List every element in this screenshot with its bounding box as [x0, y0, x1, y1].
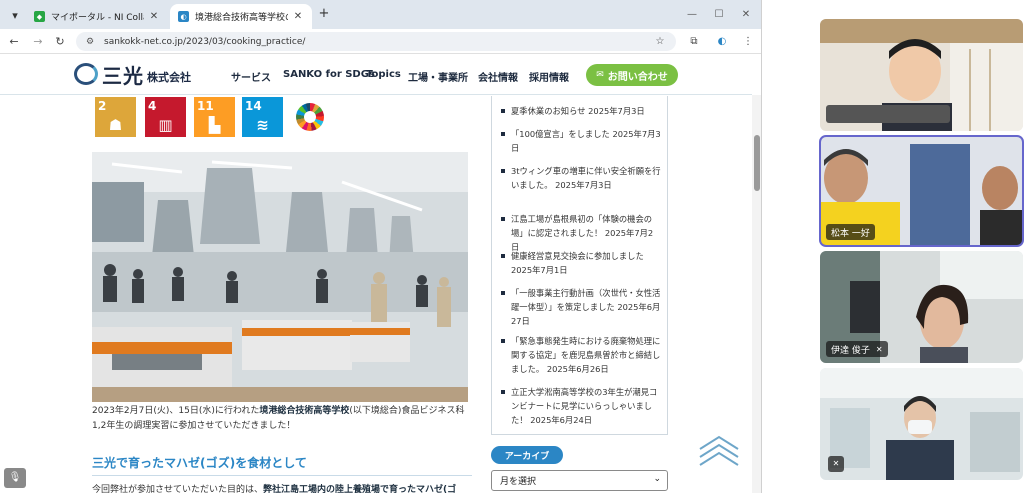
video-call-panel: 松本 一好 伊達 俊子 ✕ ✕: [763, 0, 1024, 493]
nav-sdgs[interactable]: SANKO for SDGs: [283, 69, 375, 80]
sdg-number: 4: [148, 99, 157, 113]
news-list: 夏季休業のお知らせ 2025年7月3日 「100億宣言」をしました 2025年7…: [491, 96, 668, 435]
body-text: 今回弊社が参加させていただいた目的は、: [92, 485, 264, 493]
mic-muted-icon[interactable]: 🎙: [4, 468, 26, 488]
bowl-icon: ☗: [108, 116, 123, 134]
nav-factories[interactable]: 工場・事業所: [408, 69, 468, 84]
url-text: sankokk-net.co.jp/2023/03/cooking_practi…: [104, 36, 306, 47]
browser-window: ▾ ◆ マイポータル - NI Collabo 360 ✕ ◐ 境港総合技術高等…: [0, 0, 762, 493]
nav-services[interactable]: サービス: [231, 69, 271, 84]
close-icon[interactable]: ✕: [737, 7, 755, 23]
close-icon[interactable]: ✕: [148, 11, 160, 22]
redacted-name-bar: [826, 105, 950, 123]
mail-icon: ✉: [596, 70, 604, 80]
puzzle-icon[interactable]: ⧉: [686, 34, 702, 50]
sdg-icon-2: 2 ☗: [95, 97, 136, 137]
sdg-wheel-icon: [296, 103, 324, 131]
article-body: 今回弊社が参加させていただいた目的は、弊社江島工場内の陸上養殖場で育ったマハゼ(…: [92, 482, 477, 493]
news-item[interactable]: 「一般事業主行動計画（次世代・女性活躍一体型）」を策定しました 2025年6月2…: [501, 286, 661, 328]
page-scrollbar[interactable]: [752, 95, 761, 493]
scrollbar-thumb[interactable]: [754, 135, 760, 191]
month-select-value: 月を選択: [500, 477, 537, 487]
participant-tile[interactable]: [820, 19, 1023, 131]
participant-name-tag: 松本 一好: [826, 224, 875, 240]
tab-title: 境港総合技術高等学校の生徒さ: [195, 13, 288, 23]
page-viewport: 三光 株式会社 サービス SANKO for SDGs Topics 工場・事業…: [0, 55, 761, 493]
nav-recruit[interactable]: 採用情報: [529, 69, 569, 84]
screen: ▾ ◆ マイポータル - NI Collabo 360 ✕ ◐ 境港総合技術高等…: [0, 0, 1024, 493]
participant-name: 松本 一好: [831, 228, 870, 239]
section-heading: 三光で育ったマハゼ(ゴズ)を食材として: [92, 454, 472, 476]
sanko-logo[interactable]: 三光 株式会社: [74, 61, 204, 88]
sdg-number: 2: [98, 99, 107, 113]
participant-tile-active[interactable]: 松本 一好: [819, 135, 1024, 247]
participant-name-tag: 伊達 俊子 ✕: [826, 341, 888, 357]
news-item[interactable]: 江島工場が島根県初の「体験の機会の場」に認定されました！ 2025年7月2日: [501, 212, 661, 254]
maximize-icon[interactable]: ☐: [710, 7, 728, 23]
arrow-right-icon[interactable]: →: [30, 34, 46, 50]
tab-bar: ▾ ◆ マイポータル - NI Collabo 360 ✕ ◐ 境港総合技術高等…: [0, 0, 761, 29]
contact-label: お問い合わせ: [607, 71, 668, 83]
chevron-down-icon: ⌄: [653, 474, 661, 484]
news-item[interactable]: 立正大学淞南高等学校の3年生が潮見コンビナートに見学にいらっしゃいました！ 20…: [501, 385, 661, 427]
caption-text: 2023年2月7日(火)、15日(水)に行われた: [92, 406, 260, 416]
sanko-logo-mark-icon: [74, 63, 98, 85]
star-icon[interactable]: ☆: [652, 36, 668, 47]
site-header: 三光 株式会社 サービス SANKO for SDGs Topics 工場・事業…: [0, 55, 752, 95]
contact-button[interactable]: ✉ お問い合わせ: [586, 64, 678, 86]
tab-title: マイポータル - NI Collabo 360: [51, 13, 144, 23]
minimize-icon[interactable]: —: [683, 7, 701, 23]
sdg-icon-14: 14 ≋: [242, 97, 283, 137]
address-bar[interactable]: ⚙ sankokk-net.co.jp/2023/03/cooking_prac…: [76, 32, 676, 51]
nav-company[interactable]: 会社情報: [478, 69, 518, 84]
news-item[interactable]: 健康経営意見交換会に参加しました 2025年7月1日: [501, 249, 661, 277]
arrow-left-icon[interactable]: ←: [6, 34, 22, 50]
book-icon: ▥: [158, 116, 173, 134]
sdg-icon-11: 11 ▙: [194, 97, 235, 137]
reload-icon[interactable]: ↻: [52, 34, 68, 50]
mic-muted-icon: ✕: [875, 344, 883, 354]
participant-tile[interactable]: ✕: [820, 368, 1023, 480]
news-item[interactable]: 3tウィング車の増車に伴い安全祈願を行いました。 2025年7月3日: [501, 164, 661, 192]
fish-icon: ≋: [256, 116, 269, 134]
mic-muted-icon: ✕: [828, 456, 844, 472]
news-item[interactable]: 「緊急事態発生時における廃棄物処理に関する協定」を鹿児島県曽於市と締結しました。…: [501, 334, 661, 376]
photo-caption: 2023年2月7日(火)、15日(水)に行われた境港総合技術高等学校(以下境総合…: [92, 404, 472, 434]
plus-icon[interactable]: +: [316, 6, 332, 22]
close-icon[interactable]: ✕: [292, 11, 304, 22]
sanko-favicon-icon: ◐: [178, 11, 189, 22]
logo-sub: 株式会社: [147, 71, 191, 84]
sdg-number: 14: [245, 99, 262, 113]
chevron-down-icon[interactable]: ▾: [6, 6, 24, 24]
sdg-icon-4: 4 ▥: [145, 97, 186, 137]
archive-label: アーカイブ: [491, 446, 563, 464]
sdg-number: 11: [197, 99, 214, 113]
news-item[interactable]: 「100億宣言」をしました 2025年7月3日: [501, 127, 661, 155]
tab-sanko[interactable]: ◐ 境港総合技術高等学校の生徒さ ✕: [170, 4, 312, 29]
browser-toolbar: ← → ↻ ⚙ sankokk-net.co.jp/2023/03/cookin…: [0, 29, 761, 54]
back-to-top-chevron-icon[interactable]: [698, 435, 740, 469]
nav-topics[interactable]: Topics: [366, 69, 401, 80]
kebab-menu-icon[interactable]: ⋮: [740, 34, 756, 50]
profile-icon[interactable]: ◐: [714, 34, 730, 50]
city-icon: ▙: [208, 116, 221, 134]
participant-name: 伊達 俊子: [831, 345, 870, 356]
caption-school-name: 境港総合技術高等学校: [259, 406, 350, 416]
nicollabo-favicon-icon: ◆: [34, 11, 45, 22]
month-select[interactable]: 月を選択 ⌄: [491, 470, 668, 491]
participant-tile[interactable]: 伊達 俊子 ✕: [820, 251, 1023, 363]
tab-nicollabo[interactable]: ◆ マイポータル - NI Collabo 360 ✕: [26, 4, 168, 29]
news-item[interactable]: 夏季休業のお知らせ 2025年7月3日: [501, 104, 661, 118]
logo-brand: 三光: [102, 63, 144, 88]
cooking-practice-photo: [92, 152, 468, 402]
tune-icon[interactable]: ⚙: [84, 36, 96, 48]
body-text-bold: 弊社江島工場内の陸上養殖場で育ったマハゼ(ゴ: [263, 485, 457, 493]
